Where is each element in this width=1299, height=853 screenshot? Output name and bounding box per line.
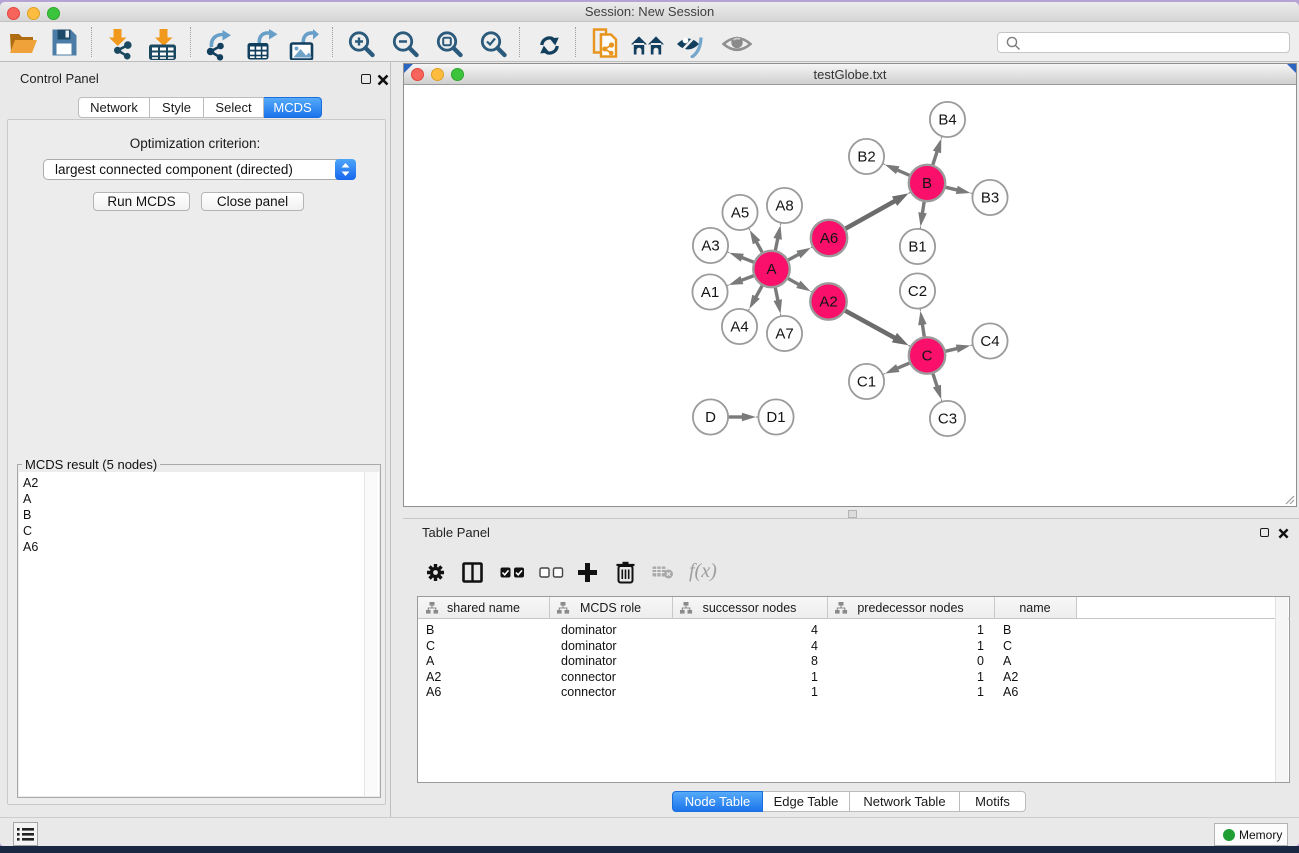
svg-text:A2: A2 — [819, 294, 837, 311]
svg-text:A: A — [766, 261, 776, 278]
svg-text:A1: A1 — [701, 284, 719, 301]
svg-text:C1: C1 — [857, 374, 876, 391]
svg-text:A8: A8 — [775, 198, 793, 215]
svg-text:A5: A5 — [731, 205, 749, 222]
svg-text:C4: C4 — [980, 333, 999, 350]
svg-text:B4: B4 — [938, 112, 956, 129]
svg-text:C2: C2 — [908, 283, 927, 300]
svg-text:B: B — [922, 175, 932, 192]
svg-text:A6: A6 — [820, 230, 838, 247]
svg-text:A7: A7 — [775, 326, 793, 343]
svg-text:C: C — [922, 348, 933, 365]
svg-text:B3: B3 — [981, 190, 999, 207]
svg-text:C3: C3 — [938, 411, 957, 428]
svg-text:A4: A4 — [730, 319, 748, 336]
svg-text:B1: B1 — [908, 239, 926, 256]
svg-text:B2: B2 — [857, 149, 875, 166]
svg-text:A3: A3 — [701, 238, 719, 255]
svg-text:D1: D1 — [766, 409, 785, 426]
svg-text:D: D — [705, 409, 716, 426]
